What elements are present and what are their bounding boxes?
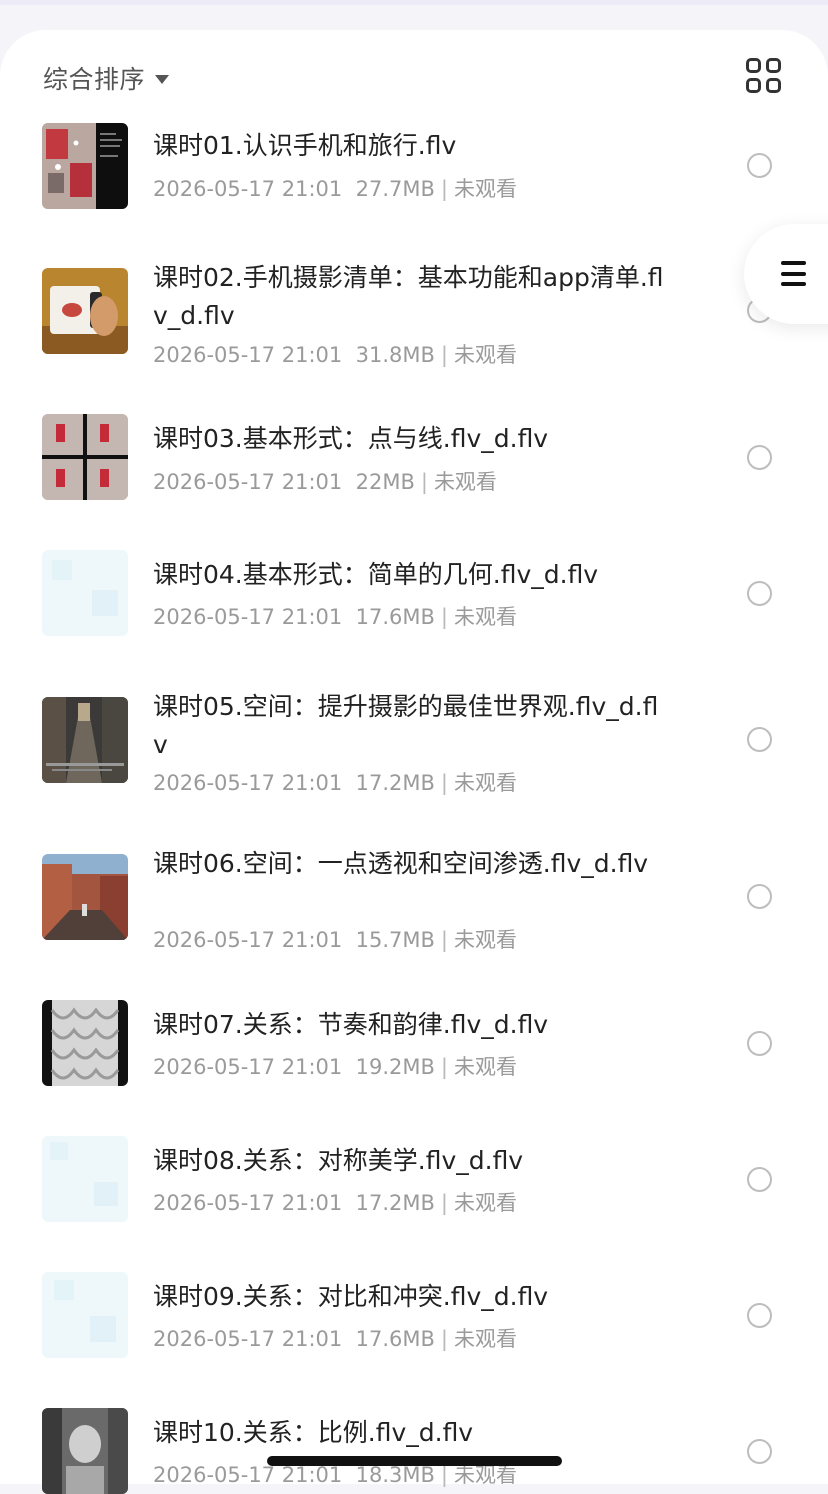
watch-status: 未观看 xyxy=(453,177,517,201)
file-date: 2026-05-17 21:01 xyxy=(153,1327,343,1351)
file-title: 课时03.基本形式：点与线.flv_d.flv xyxy=(153,424,549,453)
file-size: 19.2MB xyxy=(355,1055,435,1079)
file-title: 课时10.关系：比例.flv_d.flv xyxy=(153,1418,474,1447)
watch-status: 未观看 xyxy=(453,1327,517,1351)
watch-status: 未观看 xyxy=(453,1191,517,1215)
video-thumbnail xyxy=(42,1272,128,1358)
watch-status: 未观看 xyxy=(453,343,517,367)
caret-down-icon xyxy=(155,74,170,84)
file-size: 17.2MB xyxy=(355,1191,435,1215)
file-date: 2026-05-17 21:01 xyxy=(153,1191,343,1215)
select-radio[interactable] xyxy=(747,1303,772,1328)
file-date: 2026-05-17 21:01 xyxy=(153,605,343,629)
file-size: 18.3MB xyxy=(355,1463,435,1487)
sort-dropdown[interactable]: 综合排序 xyxy=(43,60,170,96)
file-date: 2026-05-17 21:01 xyxy=(153,771,343,795)
file-date: 2026-05-17 21:01 xyxy=(153,1055,343,1079)
watch-status: 未观看 xyxy=(453,605,517,629)
file-size: 31.8MB xyxy=(355,343,435,367)
video-thumbnail xyxy=(42,1408,128,1494)
select-radio[interactable] xyxy=(747,581,772,606)
file-title: 课时09.关系：对比和冲突.flv_d.flv xyxy=(153,1282,549,1311)
select-radio[interactable] xyxy=(747,1167,772,1192)
select-radio[interactable] xyxy=(747,153,772,178)
file-meta: 2026-05-17 21:01 31.8MB | 未观看 xyxy=(153,343,517,367)
video-thumbnail xyxy=(42,1136,128,1222)
watch-status: 未观看 xyxy=(453,771,517,795)
video-thumbnail xyxy=(42,854,128,940)
status-area xyxy=(0,0,828,5)
watch-status: 未观看 xyxy=(453,928,517,952)
file-title: 课时04.基本形式：简单的几何.flv_d.flv xyxy=(153,560,599,589)
file-meta: 2026-05-17 21:01 17.6MB | 未观看 xyxy=(153,1327,517,1351)
file-size: 17.6MB xyxy=(355,605,435,629)
file-date: 2026-05-17 21:01 xyxy=(153,343,343,367)
file-title: 课时05.空间：提升摄影的最佳世界观.flv_d.flv xyxy=(153,692,659,759)
select-radio[interactable] xyxy=(747,1031,772,1056)
select-radio[interactable] xyxy=(747,727,772,752)
select-radio[interactable] xyxy=(747,1439,772,1464)
watch-status: 未观看 xyxy=(453,1463,517,1487)
video-thumbnail xyxy=(42,268,128,354)
file-meta: 2026-05-17 21:01 17.2MB | 未观看 xyxy=(153,771,517,795)
file-title: 课时08.关系：对称美学.flv_d.flv xyxy=(153,1146,524,1175)
file-meta: 2026-05-17 21:01 27.7MB | 未观看 xyxy=(153,177,517,201)
video-thumbnail xyxy=(42,123,128,209)
select-radio[interactable] xyxy=(747,884,772,909)
file-title: 课时07.关系：节奏和韵律.flv_d.flv xyxy=(153,1010,549,1039)
file-date: 2026-05-17 21:01 xyxy=(153,177,343,201)
file-meta: 2026-05-17 21:01 17.2MB | 未观看 xyxy=(153,1191,517,1215)
home-indicator[interactable] xyxy=(267,1456,562,1466)
video-thumbnail xyxy=(42,1000,128,1086)
video-thumbnail xyxy=(42,414,128,500)
file-meta: 2026-05-17 21:01 17.6MB | 未观看 xyxy=(153,605,517,629)
video-thumbnail xyxy=(42,550,128,636)
watch-status: 未观看 xyxy=(433,470,497,494)
file-date: 2026-05-17 21:01 xyxy=(153,928,343,952)
select-radio[interactable] xyxy=(747,445,772,470)
file-title: 课时01.认识手机和旅行.flv xyxy=(153,131,457,160)
file-title: 课时02.手机摄影清单：基本功能和app清单.flv_d.flv xyxy=(153,263,664,330)
file-meta: 2026-05-17 21:01 19.2MB | 未观看 xyxy=(153,1055,517,1079)
file-meta: 2026-05-17 21:01 15.7MB | 未观看 xyxy=(153,928,517,952)
video-thumbnail xyxy=(42,697,128,783)
watch-status: 未观看 xyxy=(453,1055,517,1079)
file-meta: 2026-05-17 21:01 22MB | 未观看 xyxy=(153,470,497,494)
hamburger-menu-icon xyxy=(781,261,806,286)
file-date: 2026-05-17 21:01 xyxy=(153,470,343,494)
file-title: 课时06.空间：一点透视和空间渗透.flv_d.flv xyxy=(153,849,649,878)
file-size: 17.6MB xyxy=(355,1327,435,1351)
file-size: 17.2MB xyxy=(355,771,435,795)
file-date: 2026-05-17 21:01 xyxy=(153,1463,343,1487)
grid-view-icon[interactable] xyxy=(746,58,782,94)
file-size: 27.7MB xyxy=(355,177,435,201)
file-size: 15.7MB xyxy=(355,928,435,952)
sort-label: 综合排序 xyxy=(43,65,146,94)
file-size: 22MB xyxy=(355,470,415,494)
